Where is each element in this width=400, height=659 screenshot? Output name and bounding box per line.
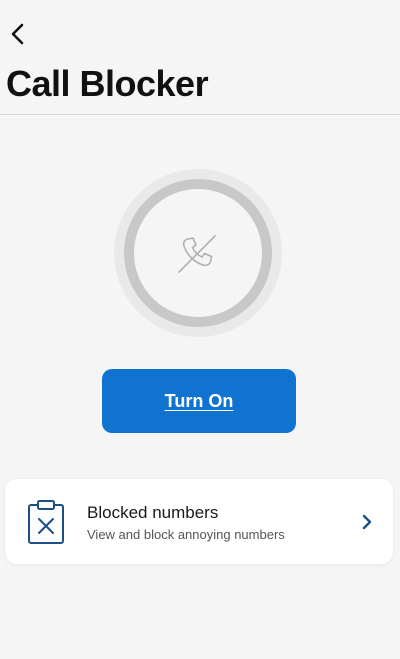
back-button[interactable] bbox=[4, 18, 32, 50]
blocked-numbers-item[interactable]: Blocked numbers View and block annoying … bbox=[5, 479, 393, 564]
chevron-right-icon bbox=[362, 514, 372, 530]
page-title: Call Blocker bbox=[6, 63, 209, 104]
call-blocker-status-indicator bbox=[113, 168, 283, 338]
header-divider bbox=[0, 114, 400, 115]
clipboard-x-icon bbox=[28, 500, 64, 544]
blocked-numbers-subtitle: View and block annoying numbers bbox=[87, 527, 285, 542]
blocked-numbers-title: Blocked numbers bbox=[87, 503, 219, 522]
turn-on-button[interactable]: Turn On bbox=[102, 369, 296, 433]
chevron-left-icon bbox=[11, 23, 24, 45]
call-blocker-screen: Call Blocker Turn On Blocked numbers Vie… bbox=[0, 0, 400, 659]
